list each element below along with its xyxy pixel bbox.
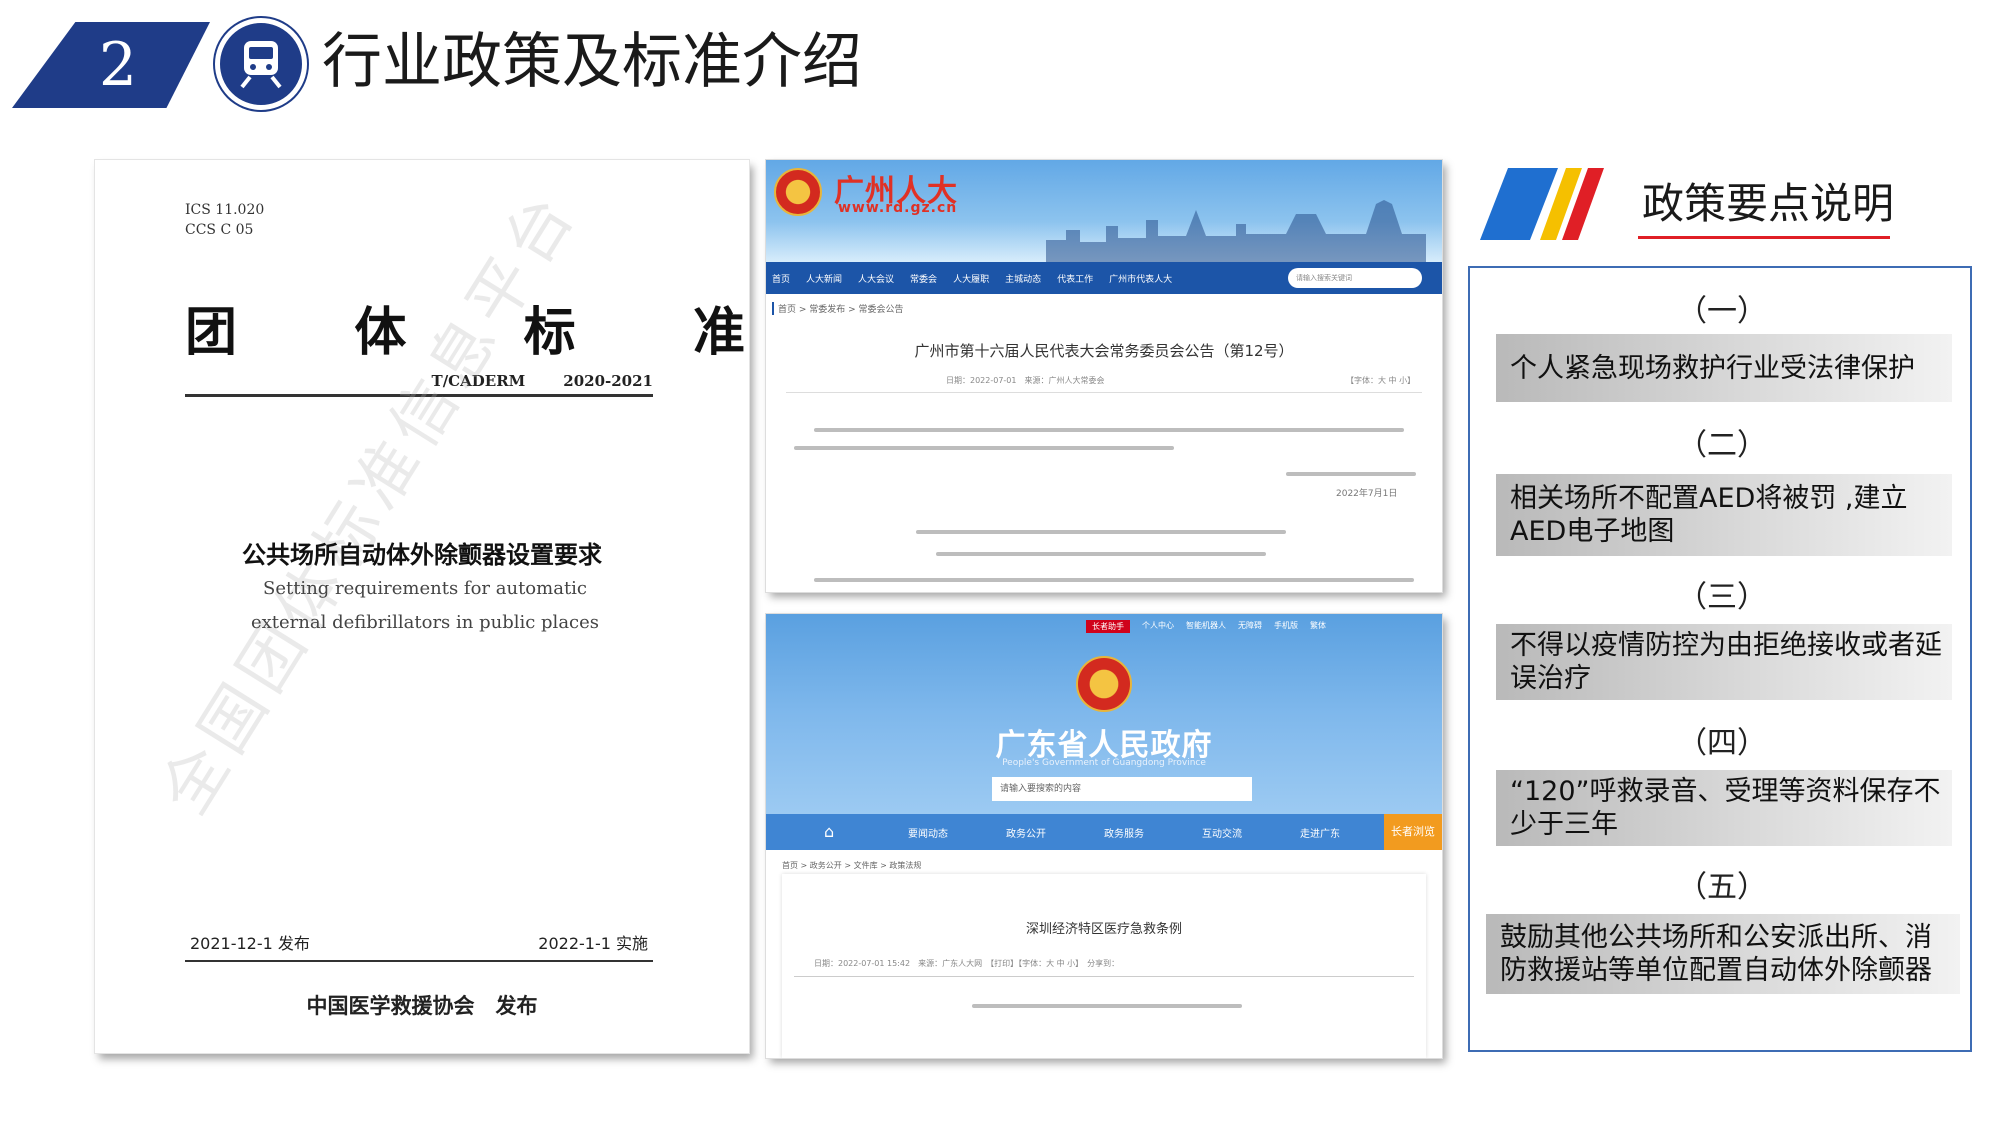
guangzhou-rd-screenshot: 广州人大 www.rd.gz.cn 首页 人大新闻 人大会议 常委会 人大履职 … — [766, 160, 1442, 592]
policy-item: 个人紧急现场救护行业受法律保护 — [1496, 334, 1952, 402]
document-title: 广州市第十六届人民代表大会常务委员会公告（第12号） — [914, 342, 1294, 360]
publish-date: 2021-12-1 发布 — [190, 934, 310, 953]
page-title: 行业政策及标准介绍 — [322, 27, 862, 97]
top-link[interactable]: 繁体 — [1310, 620, 1326, 633]
nav-item[interactable]: 广州市代表人大 — [1109, 272, 1172, 285]
top-link[interactable]: 个人中心 — [1142, 620, 1174, 633]
top-link[interactable]: 无障碍 — [1238, 620, 1262, 633]
site-nav: ⌂ 要闻动态 政务公开 政务服务 互动交流 走进广东 — [766, 814, 1442, 850]
divider — [786, 392, 1422, 393]
title-char: 准 — [692, 302, 745, 363]
policy-item: 鼓励其他公共场所和公安派出所、消防救援站等单位配置自动体外除颤器 — [1486, 914, 1960, 994]
standard-en-title: Setting requirements for automatic exter… — [250, 578, 600, 633]
elder-assistant-link[interactable]: 长者助手 — [1086, 620, 1130, 633]
policy-points-panel: （一） 个人紧急现场救护行业受法律保护 （二） 相关场所不配置AED将被罚 ,建… — [1468, 266, 1972, 1052]
guangdong-gov-screenshot: 长者助手 个人中心 智能机器人 无障碍 手机版 繁体 广东省人民政府 Peopl… — [766, 614, 1442, 1058]
title-underline — [1638, 236, 1890, 239]
effective-date: 2022-1-1 实施 — [538, 934, 648, 953]
document-date: 2022年7月1日 — [1336, 489, 1398, 499]
date-row: 2021-12-1 发布 2022-1-1 实施 — [190, 930, 648, 954]
document-panel: 深圳经济特区医疗急救条例 日期：2022-07-01 15:42 来源：广东人大… — [782, 874, 1426, 1058]
breadcrumb[interactable]: 首页 > 政务公开 > 文件库 > 政策法规 — [782, 860, 921, 871]
site-banner: 广州人大 www.rd.gz.cn — [766, 160, 1442, 262]
document-meta: 日期：2022-07-01 15:42 来源：广东人大网 【打印】【字体：大 中… — [814, 959, 1120, 968]
nav-item[interactable]: 代表工作 — [1057, 272, 1093, 285]
text-line — [794, 446, 1174, 450]
nav-item[interactable]: 政务公开 — [1006, 825, 1046, 840]
top-links: 长者助手 个人中心 智能机器人 无障碍 手机版 繁体 — [1086, 620, 1326, 633]
top-link[interactable]: 手机版 — [1274, 620, 1298, 633]
search-input[interactable]: 请输入搜索关键词 — [1288, 268, 1422, 288]
item-number: （五） — [1677, 870, 1767, 905]
policy-item: 相关场所不配置AED将被罚 ,建立AED电子地图 — [1496, 474, 1952, 556]
search-input[interactable]: 请输入要搜索的内容 — [992, 777, 1252, 801]
item-number: （四） — [1677, 726, 1767, 761]
nav-item[interactable]: 人大新闻 — [806, 272, 842, 285]
item-number: （一） — [1677, 294, 1767, 329]
breadcrumb[interactable]: 首页 > 常委发布 > 常委会公告 — [772, 302, 904, 315]
nav-item[interactable]: 首页 — [772, 272, 790, 285]
section-number: 2 — [98, 30, 138, 100]
ics-code: ICS 11.020 — [185, 202, 265, 218]
standard-document: ICS 11.020 CCS C 05 团 体 标 准 T/CADERM 2020… — [95, 160, 749, 1053]
site-english-name: People's Government of Guangdong Provinc… — [1002, 758, 1206, 768]
nav-item[interactable]: 要闻动态 — [908, 825, 948, 840]
text-line — [972, 1004, 1242, 1008]
policy-item: 不得以疫情防控为由拒绝接收或者延误治疗 — [1496, 624, 1952, 700]
standard-cn-title: 公共场所自动体外除颤器设置要求 — [242, 541, 602, 569]
text-line — [936, 552, 1266, 556]
text-line — [814, 578, 1414, 582]
nav-item[interactable]: 人大会议 — [858, 272, 894, 285]
item-number: （二） — [1677, 428, 1767, 463]
home-icon[interactable]: ⌂ — [824, 822, 834, 841]
issuer: 中国医学救援协会 发布 — [306, 994, 538, 1018]
document-title: 深圳经济特区医疗急救条例 — [1025, 922, 1182, 937]
national-emblem-icon — [774, 168, 822, 216]
divider — [185, 960, 653, 962]
text-line — [916, 530, 1286, 534]
policy-item: “120”呼救录音、受理等资料保存不少于三年 — [1496, 770, 1952, 846]
item-number: （三） — [1677, 580, 1767, 615]
text-line — [814, 428, 1404, 432]
title-char: 团 — [185, 302, 238, 363]
section-title: 政策要点说明 — [1642, 179, 1895, 228]
standard-code-year: 2020-2021 — [563, 372, 653, 390]
nav-item[interactable]: 主城动态 — [1005, 272, 1041, 285]
nav-item[interactable]: 常委会 — [910, 272, 937, 285]
nav-item[interactable]: 政务服务 — [1104, 825, 1144, 840]
train-icon — [215, 18, 307, 110]
font-size-controls[interactable]: 【字体：大 中 小】 — [1346, 375, 1415, 386]
site-url: www.rd.gz.cn — [838, 200, 958, 216]
city-skyline-image — [1046, 200, 1426, 262]
watermark: 全国团体标准信息平台 — [147, 177, 593, 828]
document-meta: 日期：2022-07-01 来源：广州人大常委会 — [946, 376, 1105, 385]
nav-item[interactable]: 人大履职 — [953, 272, 989, 285]
title-char: 体 — [354, 302, 407, 363]
nav-item[interactable]: 互动交流 — [1202, 825, 1242, 840]
nav-item[interactable]: 走进广东 — [1300, 825, 1340, 840]
elder-mode-button[interactable]: 长者浏览 — [1384, 814, 1442, 850]
national-emblem-icon — [1076, 656, 1132, 712]
stripe-decoration-icon — [1480, 168, 1604, 240]
site-banner: 长者助手 个人中心 智能机器人 无障碍 手机版 繁体 广东省人民政府 Peopl… — [766, 614, 1442, 814]
ics-code-block: ICS 11.020 CCS C 05 — [185, 200, 264, 240]
divider — [794, 976, 1414, 977]
top-link[interactable]: 智能机器人 — [1186, 620, 1226, 633]
text-line — [1286, 472, 1416, 476]
ccs-code: CCS C 05 — [185, 222, 254, 238]
